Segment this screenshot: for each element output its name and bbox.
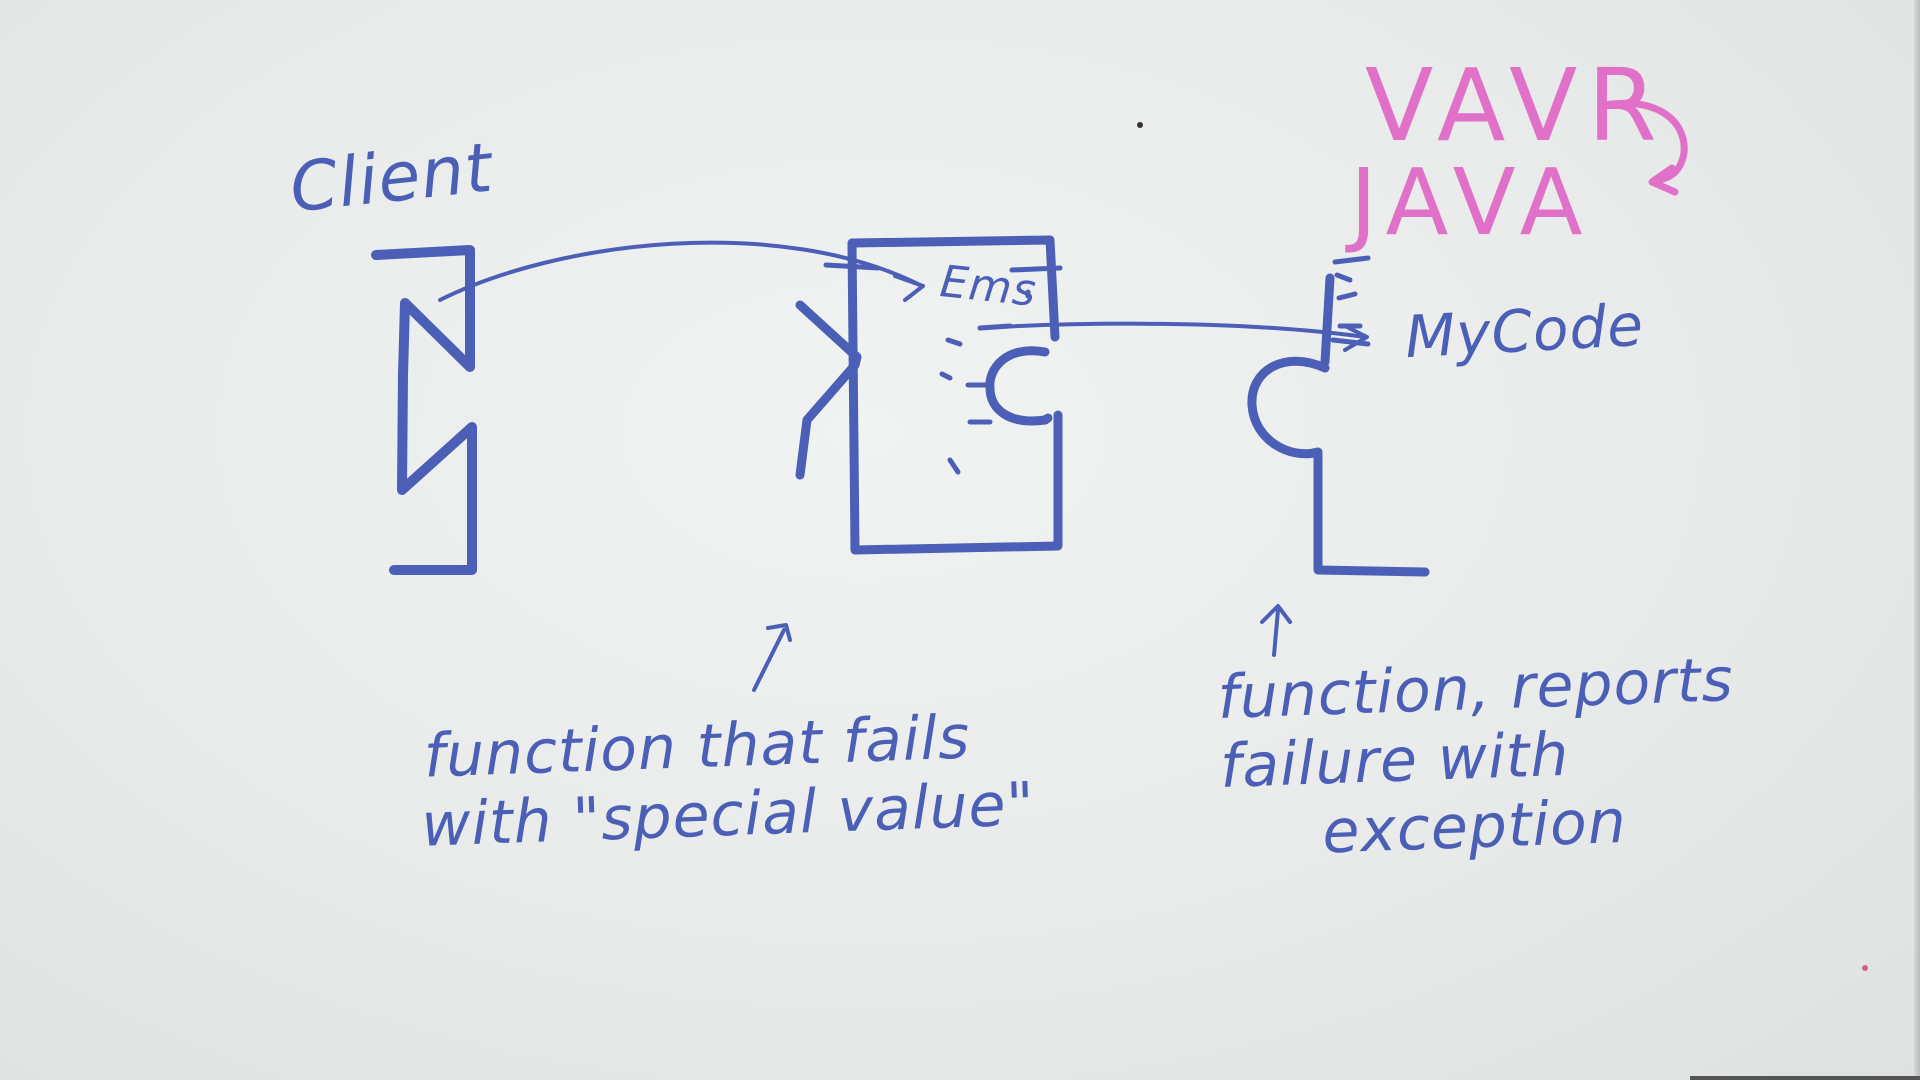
mycode-block-icon [1247,273,1430,577]
client-block-icon [371,245,477,575]
board-tray [1690,1076,1920,1080]
pointer-arrow-left [752,623,792,692]
java-label: JAVA [1350,149,1593,256]
note-exception: function, reports failure with exception [1217,645,1740,871]
mycode-block-marks [1330,255,1371,347]
note-special-value: function that fails with "special value" [420,701,1036,861]
board-speck [1137,122,1143,128]
note-line: exception [1321,786,1628,868]
board-frame-edge [1914,0,1920,1080]
pointer-arrow-right [1260,604,1292,657]
mycode-label: MyCode [1403,290,1646,372]
ems-label: Ems [937,256,1040,317]
board-speck [1862,965,1868,971]
vavr-label: VAVR [1365,47,1667,164]
whiteboard: Client Ems MyCode VAVR JAVA function tha… [0,0,1920,1080]
arrow-icon [438,240,1369,352]
